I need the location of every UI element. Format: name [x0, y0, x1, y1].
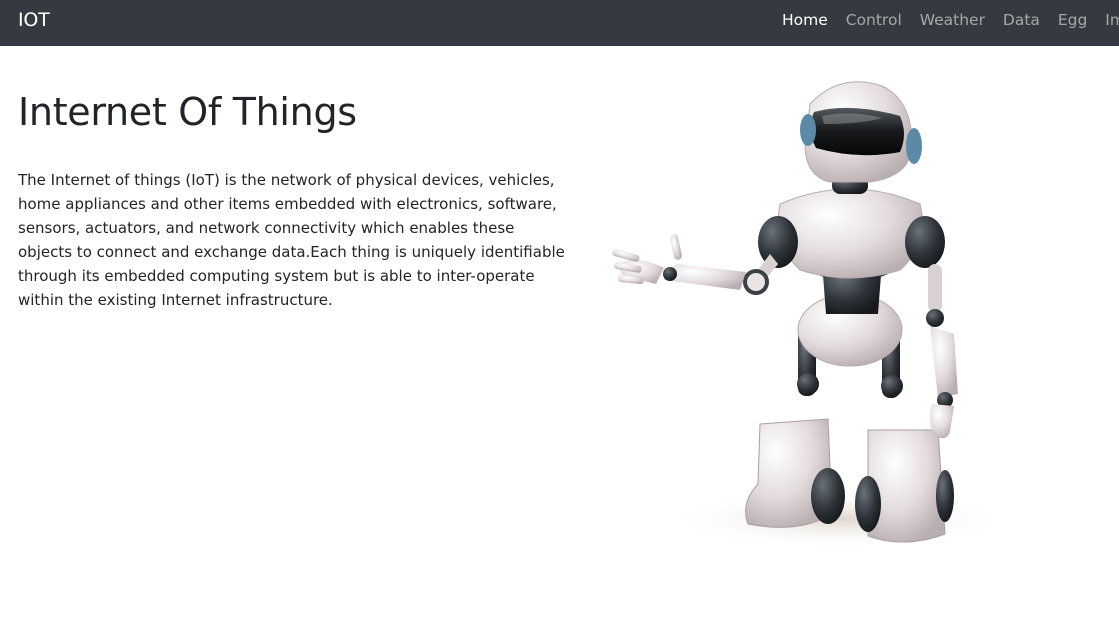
nav-link-egg[interactable]: Egg	[1058, 11, 1087, 29]
brand-link[interactable]: IOT	[18, 8, 50, 32]
nav-item-images: Images	[1105, 10, 1119, 30]
nav-item-weather: Weather	[920, 10, 985, 30]
nav-item-egg: Egg	[1058, 10, 1087, 30]
nav-item-data: Data	[1003, 10, 1040, 30]
page-title: Internet Of Things	[18, 90, 357, 134]
nav-link-weather[interactable]: Weather	[920, 11, 985, 29]
nav-item-home: Home	[782, 10, 828, 30]
top-navbar: IOT Home Control Weather Data Egg Images	[0, 0, 1119, 46]
nav-link-data[interactable]: Data	[1003, 11, 1040, 29]
nav-link-home[interactable]: Home	[782, 11, 828, 29]
nav-link-control[interactable]: Control	[846, 11, 902, 29]
robot-illustration	[612, 81, 1010, 549]
nav-menu: Home Control Weather Data Egg Images	[782, 10, 1119, 30]
intro-paragraph: The Internet of things (IoT) is the netw…	[18, 171, 565, 309]
nav-link-images[interactable]: Images	[1105, 11, 1119, 29]
nav-item-control: Control	[846, 10, 902, 30]
